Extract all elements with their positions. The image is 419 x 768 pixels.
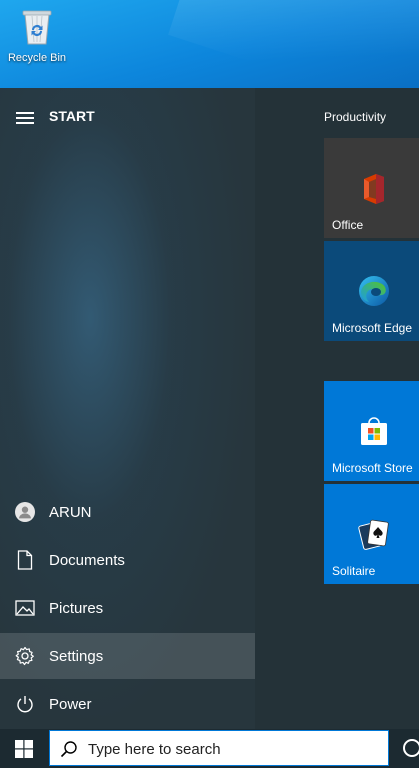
tile-label: Microsoft Edge — [332, 321, 413, 335]
taskbar — [0, 729, 419, 768]
desktop: Recycle Bin — [0, 0, 419, 88]
tile-microsoft-edge[interactable]: Microsoft Edge — [324, 241, 419, 341]
start-item-label: Pictures — [49, 599, 104, 617]
user-avatar-icon — [15, 502, 35, 522]
windows-logo-icon — [15, 739, 33, 758]
start-item-pictures[interactable]: Pictures — [0, 585, 255, 631]
tile-group-label: Productivity — [324, 110, 387, 124]
start-menu: START ARUN Documents Pictures Settings P… — [0, 88, 419, 729]
gear-icon — [15, 646, 35, 666]
start-item-label: Documents — [49, 551, 125, 569]
tile-label: Microsoft Store — [332, 461, 413, 475]
wallpaper-light-ray — [168, 0, 419, 88]
tile-label: Solitaire — [332, 564, 376, 578]
search-input[interactable] — [88, 737, 378, 761]
pictures-icon — [15, 598, 35, 618]
start-item-power[interactable]: Power — [0, 681, 255, 727]
edge-icon — [358, 275, 389, 306]
office-icon — [358, 172, 388, 204]
taskbar-search-box[interactable] — [49, 730, 389, 766]
tile-solitaire[interactable]: Solitaire — [324, 484, 419, 584]
start-item-label: ARUN — [49, 503, 92, 521]
start-item-documents[interactable]: Documents — [0, 537, 255, 583]
hamburger-menu-icon[interactable] — [16, 112, 34, 124]
recycle-bin-icon — [20, 6, 54, 46]
start-item-label: Settings — [49, 647, 104, 665]
solitaire-icon — [358, 518, 389, 550]
document-icon — [15, 550, 35, 570]
start-item-label: Power — [49, 695, 92, 713]
tile-office[interactable]: Office — [324, 138, 419, 238]
tile-label: Office — [332, 218, 364, 232]
desktop-icon-recycle-bin[interactable]: Recycle Bin — [4, 6, 70, 64]
start-menu-title: START — [49, 108, 95, 124]
power-icon — [15, 694, 35, 714]
search-icon — [60, 740, 78, 758]
store-icon — [358, 415, 388, 445]
start-menu-left-column: START ARUN Documents Pictures Settings P… — [0, 88, 255, 729]
cortana-icon[interactable] — [403, 739, 419, 757]
start-item-user-account[interactable]: ARUN — [0, 489, 255, 535]
start-item-settings[interactable]: Settings — [0, 633, 255, 679]
start-button[interactable] — [0, 729, 48, 768]
desktop-icon-label: Recycle Bin — [7, 52, 67, 64]
tile-microsoft-store[interactable]: Microsoft Store — [324, 381, 419, 481]
